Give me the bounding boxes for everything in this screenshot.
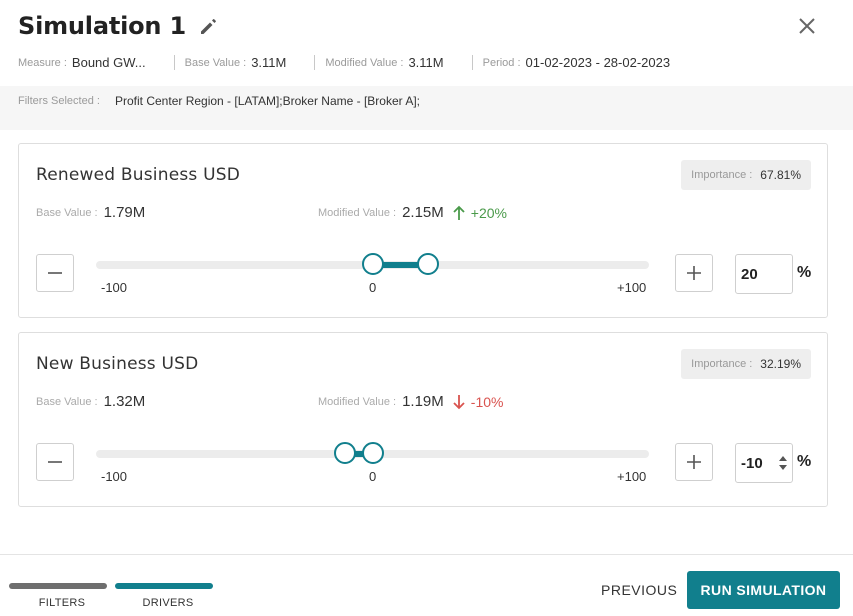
base-value-label: Base Value : [36, 395, 98, 408]
plus-icon [687, 455, 701, 469]
slider-zero-handle[interactable] [361, 253, 384, 275]
arrow-up-icon [453, 205, 465, 220]
driver-title: New Business USD [36, 354, 199, 374]
base-value: 3.11M [251, 55, 287, 70]
modified-value-label: Modified Value : [325, 56, 404, 69]
run-simulation-button[interactable]: RUN SIMULATION [687, 571, 840, 609]
driver-modified: Modified Value : 1.19M -10% [318, 393, 503, 410]
importance-label: Importance : [691, 358, 753, 370]
header: Simulation 1 Measure : Bound GW... Base … [0, 0, 853, 86]
spinner-arrows-icon[interactable] [779, 455, 787, 471]
importance-badge: Importance : 67.81% [681, 160, 811, 190]
modified-value: 2.15M [402, 204, 444, 221]
percent-input-value: 20 [741, 265, 758, 283]
base-value: 1.32M [103, 393, 146, 410]
driver-title: Renewed Business USD [36, 165, 240, 185]
base-value-label: Base Value : [184, 56, 247, 69]
base-value: 1.79M [103, 204, 146, 221]
filters-bar: Filters Selected : Profit Center Region … [0, 86, 853, 130]
period-label: Period : [482, 56, 521, 69]
title-row: Simulation 1 [18, 12, 220, 40]
driver-modified: Modified Value : 2.15M +20% [318, 204, 507, 221]
slider-zero-handle[interactable] [361, 442, 384, 464]
close-icon[interactable] [797, 16, 817, 36]
percent-input-value: -10 [741, 454, 763, 472]
filters-value: Profit Center Region - [LATAM];Broker Na… [115, 94, 420, 108]
tab-drivers[interactable]: DRIVERS [119, 597, 217, 609]
filters-label: Filters Selected : [18, 95, 100, 107]
driver-base: Base Value : 1.32M [36, 393, 145, 410]
driver-base: Base Value : 1.79M [36, 204, 145, 221]
page-title: Simulation 1 [18, 12, 186, 40]
tab-filters-indicator[interactable] [9, 583, 107, 589]
divider [173, 55, 175, 70]
modified-value: 1.19M [402, 393, 444, 410]
importance-value: 32.19% [760, 357, 801, 371]
decrease-button[interactable] [36, 254, 74, 292]
footer: FILTERS DRIVERS PREVIOUS RUN SIMULATION [0, 554, 853, 616]
importance-value: 67.81% [760, 168, 801, 182]
change-percent: +20% [470, 204, 507, 221]
change-percent: -10% [470, 393, 504, 410]
slider-max-label: +100 [617, 280, 647, 295]
driver-card-renewed-business: Renewed Business USD Importance : 67.81%… [18, 143, 828, 318]
arrow-down-icon [453, 394, 465, 409]
previous-button[interactable]: PREVIOUS [601, 582, 677, 598]
increase-button[interactable] [675, 254, 713, 292]
tab-drivers-indicator[interactable] [115, 583, 213, 589]
driver-slider[interactable] [96, 442, 649, 464]
period-value: 01-02-2023 - 28-02-2023 [525, 55, 671, 70]
slider-max-label: +100 [617, 469, 647, 484]
modified-value-label: Modified Value : [318, 206, 397, 219]
importance-badge: Importance : 32.19% [681, 349, 811, 379]
driver-card-new-business: New Business USD Importance : 32.19% Bas… [18, 332, 828, 507]
increase-button[interactable] [675, 443, 713, 481]
modified-value: 3.11M [408, 55, 444, 70]
tab-filters[interactable]: FILTERS [13, 597, 111, 609]
importance-label: Importance : [691, 169, 753, 181]
pencil-icon[interactable] [198, 15, 220, 37]
percent-input[interactable]: 20 [735, 254, 793, 294]
driver-slider[interactable] [96, 253, 649, 275]
slider-min-label: -100 [101, 469, 128, 484]
divider [314, 55, 316, 70]
percent-sign: % [797, 453, 812, 470]
slider-zero-label: 0 [369, 469, 377, 484]
base-value-label: Base Value : [36, 206, 98, 219]
modified-value-label: Modified Value : [318, 395, 397, 408]
percent-input[interactable]: -10 [735, 443, 793, 483]
minus-icon [48, 272, 62, 274]
plus-icon [687, 266, 701, 280]
slider-zero-label: 0 [369, 280, 377, 295]
percent-sign: % [797, 264, 812, 281]
decrease-button[interactable] [36, 443, 74, 481]
slider-value-handle[interactable] [333, 442, 356, 464]
divider [471, 55, 473, 70]
slider-min-label: -100 [101, 280, 128, 295]
measure-label: Measure : [18, 56, 67, 69]
measure-value: Bound GW... [71, 55, 146, 70]
slider-value-handle[interactable] [416, 253, 439, 275]
minus-icon [48, 461, 62, 463]
simulation-meta: Measure : Bound GW... Base Value : 3.11M… [18, 55, 670, 70]
